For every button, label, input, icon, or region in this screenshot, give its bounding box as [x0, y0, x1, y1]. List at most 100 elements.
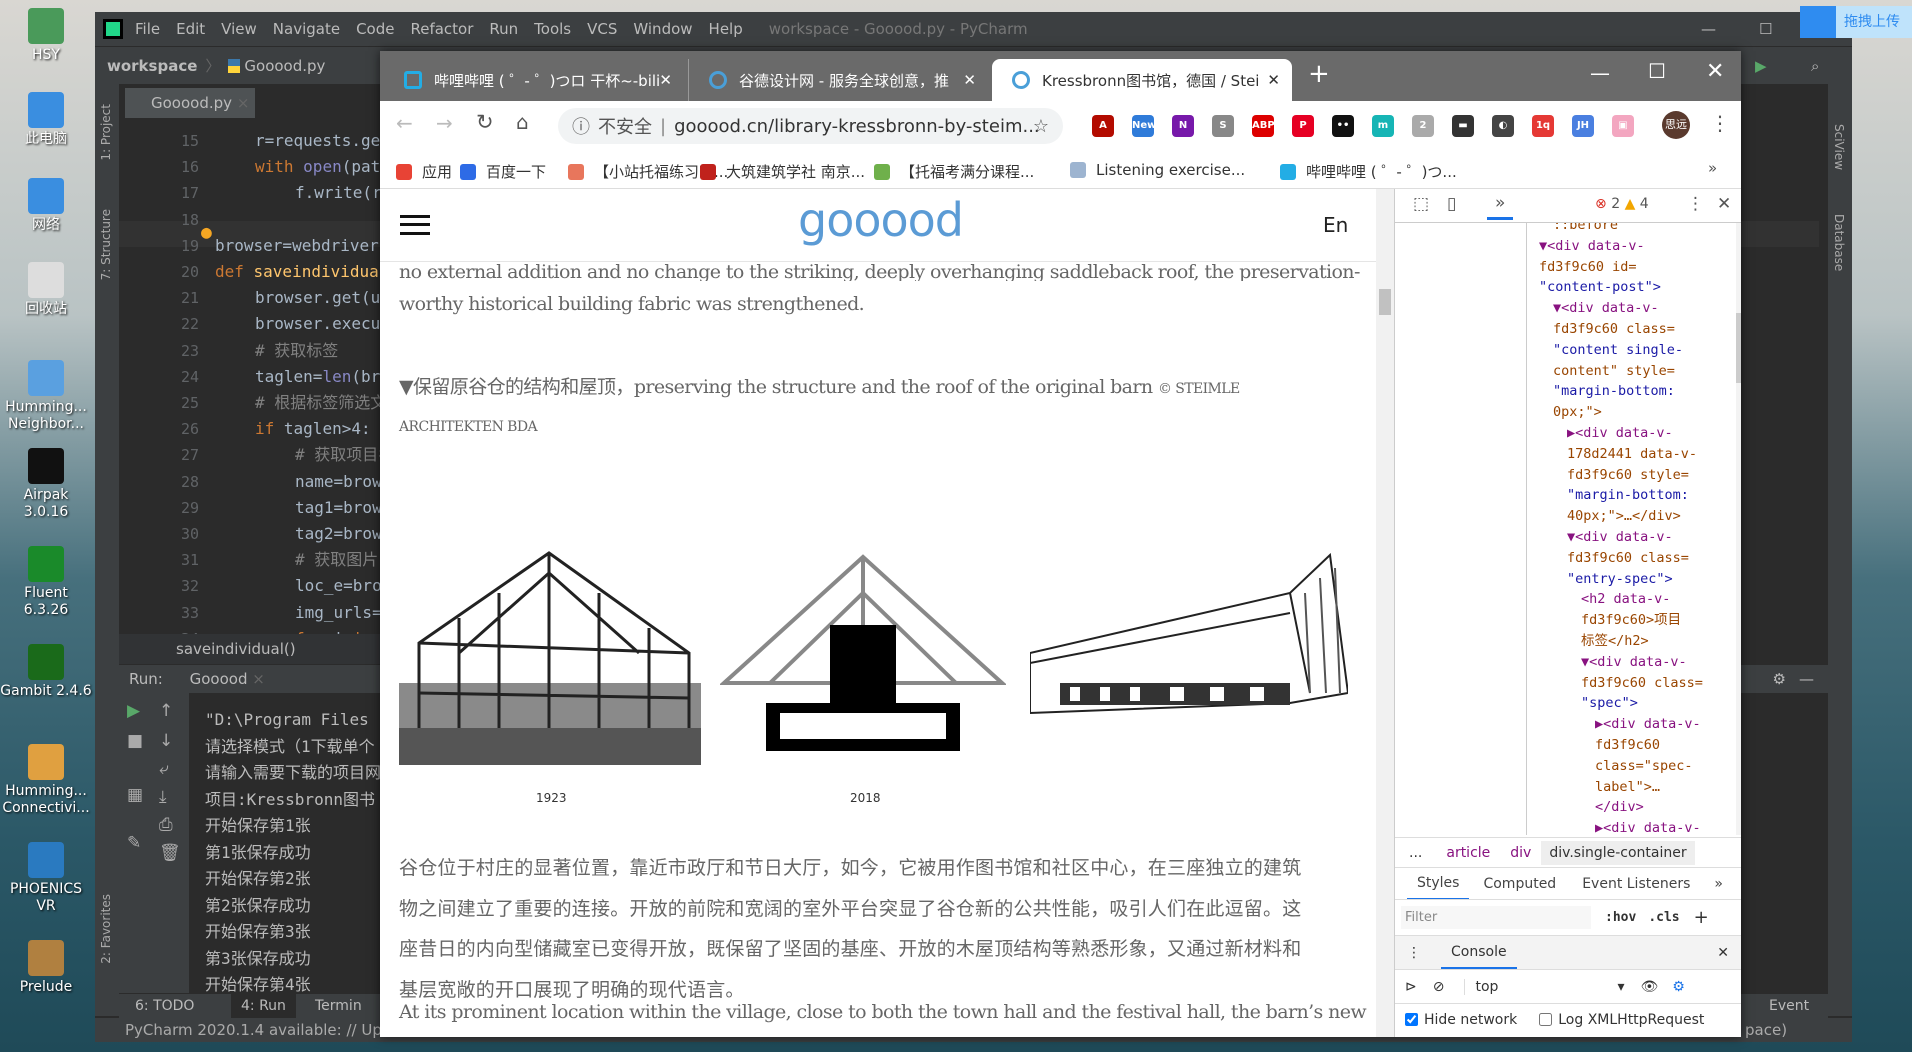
profile-avatar[interactable]: 思远 [1662, 111, 1690, 139]
cls-toggle[interactable]: .cls [1648, 910, 1679, 925]
dom-tree-line[interactable]: "margin-bottom: [1553, 381, 1675, 401]
inspect-element-icon[interactable]: ⬚ [1413, 194, 1429, 214]
menu-run[interactable]: Run [489, 20, 518, 38]
tab-gooood-home[interactable]: 谷德设计网 - 服务全球创意，推 ✕ [688, 59, 988, 101]
bookmark-item[interactable]: 哔哩哔哩 ( ゜- ゜)つ... [1280, 161, 1457, 182]
page-scrollbar[interactable] [1376, 189, 1394, 1037]
more-bookmarks-icon[interactable]: » [1708, 159, 1717, 177]
dom-tree-line[interactable]: ▼<div data-v- [1553, 298, 1659, 318]
dom-tree-line[interactable]: <h2 data-v- [1581, 589, 1670, 609]
tv-extension-icon[interactable]: ▣ [1612, 115, 1634, 137]
menu-refactor[interactable]: Refactor [410, 20, 473, 38]
dom-tree-line[interactable]: fd3f9c60 [1595, 735, 1660, 755]
dom-tree-line[interactable]: "spec"> [1581, 693, 1638, 713]
url-text[interactable]: gooood.cn/library-kressbronn-by-steim... [674, 116, 1040, 137]
tool-sciview[interactable]: SciView [1832, 124, 1846, 170]
dom-tree-line[interactable]: fd3f9c60 class= [1553, 319, 1675, 339]
menu-file[interactable]: File [135, 20, 160, 38]
function-breadcrumb[interactable]: saveindividual() [119, 634, 419, 664]
menu-view[interactable]: View [221, 20, 257, 38]
1q-extension-icon[interactable]: 1q [1532, 115, 1554, 137]
desktop-icon[interactable]: Prelude [0, 940, 92, 996]
mask-extension-icon[interactable]: ▬ [1452, 115, 1474, 137]
live-expression-eye-icon[interactable]: 👁 [1640, 979, 1658, 995]
dom-tree-line[interactable]: "margin-bottom: [1567, 485, 1689, 505]
jh-extension-icon[interactable]: JH [1572, 115, 1594, 137]
new-tab-button[interactable]: + [1308, 59, 1330, 89]
dom-tree-line[interactable]: fd3f9c60 class= [1567, 548, 1689, 568]
desktop-icon[interactable]: Gambit 2.4.6 [0, 644, 92, 700]
run-bottom-tab[interactable]: 4: Run [231, 994, 296, 1018]
breadcrumb-file[interactable]: Gooood.py [244, 57, 325, 75]
crumb[interactable]: div.single-container [1541, 840, 1695, 865]
adblock-extension-icon[interactable]: ABP [1252, 115, 1275, 137]
close-drawer-icon[interactable]: ✕ [1717, 945, 1729, 961]
back-button[interactable]: ← [396, 111, 413, 135]
desktop-icon[interactable]: 网络 [0, 178, 92, 234]
dom-tree-line[interactable]: ::before [1553, 223, 1618, 235]
issues-counter[interactable]: ⊗ 2 ▲ 4 [1595, 196, 1649, 212]
hide-icon[interactable]: — [1799, 665, 1814, 693]
onenote-extension-icon[interactable]: N [1172, 115, 1194, 137]
device-toolbar-icon[interactable]: ▯ [1447, 194, 1456, 214]
crumb[interactable]: ... [1409, 845, 1422, 861]
bookmark-item[interactable]: 【托福考满分课程... [874, 161, 1034, 182]
new-extension-icon[interactable]: New [1132, 115, 1156, 137]
dom-tree-line[interactable]: </div> [1595, 797, 1644, 817]
search-everywhere-icon[interactable]: ⌕ [1811, 57, 1819, 75]
dom-tree-line[interactable]: fd3f9c60 style= [1567, 465, 1689, 485]
tool-project[interactable]: 1: Project [99, 104, 113, 161]
close-tab-icon[interactable]: × [237, 94, 250, 112]
run-tab[interactable]: Gooood × [190, 670, 265, 688]
eyes-extension-icon[interactable]: •• [1332, 115, 1354, 137]
hov-toggle[interactable]: :hov [1605, 910, 1636, 925]
dom-tree-line[interactable]: 0px;"> [1553, 402, 1602, 422]
tab-styles[interactable]: Styles [1407, 868, 1470, 900]
status-message[interactable]: PyCharm 2020.1.4 available: // Upd [125, 1021, 391, 1039]
context-selector[interactable]: top ▾ [1464, 978, 1624, 995]
maximize-button[interactable]: ☐ [1648, 59, 1666, 83]
bookmark-item[interactable]: 百度一下 [460, 161, 546, 182]
tool-database[interactable]: Database [1832, 214, 1846, 271]
menu-code[interactable]: Code [356, 20, 394, 38]
address-bar[interactable]: ⓘ 不安全 | gooood.cn/library-kressbronn-by-… [558, 108, 1063, 144]
desktop-icon[interactable]: Humming... Connectivi... [0, 744, 92, 817]
tab-computed[interactable]: Computed [1483, 876, 1556, 892]
dom-tree-line[interactable]: fd3f9c60 class= [1581, 673, 1703, 693]
desktop-icon[interactable]: 此电脑 [0, 92, 92, 148]
bookmark-star-icon[interactable]: ☆ [1033, 116, 1049, 137]
tab-kressbronn[interactable]: Kressbronn图书馆，德国 / Stei ✕ [992, 59, 1292, 101]
forward-button[interactable]: → [436, 111, 453, 135]
desktop-icon[interactable]: Airpak 3.0.16 [0, 448, 92, 521]
home-button[interactable]: ⌂ [516, 110, 529, 134]
devtools-menu-icon[interactable]: ⋮ [1687, 194, 1704, 214]
info-icon[interactable]: ⓘ [572, 113, 590, 139]
log-xhr-checkbox[interactable] [1539, 1013, 1553, 1026]
dom-tree-line[interactable]: ▼<div data-v- [1567, 527, 1673, 547]
dom-tree-line[interactable]: content" style= [1553, 361, 1675, 381]
menu-vcs[interactable]: VCS [587, 20, 617, 38]
more-panels-icon[interactable]: » [1714, 876, 1723, 892]
tab-bilibili[interactable]: 哔哩哔哩 ( ゜- ゜)つロ 干杯~-bili ✕ [384, 59, 684, 101]
crumb[interactable]: article [1446, 845, 1490, 861]
menu-help[interactable]: Help [709, 20, 743, 38]
menu-tools[interactable]: Tools [534, 20, 571, 38]
bookmark-item[interactable]: Listening exercise... [1070, 161, 1245, 179]
crumb[interactable]: div [1510, 845, 1531, 861]
dom-tree-line[interactable]: ▶<div data-v- [1595, 714, 1701, 734]
dom-tree-line[interactable]: 标签</h2> [1581, 631, 1649, 651]
dom-tree-line[interactable]: ▼<div data-v- [1581, 652, 1687, 672]
console-settings-icon[interactable]: ⚙ [1672, 979, 1685, 995]
maximize-button[interactable]: ☐ [1759, 20, 1772, 38]
contrast-extension-icon[interactable]: ◐ [1492, 115, 1514, 137]
hide-network-checkbox[interactable] [1405, 1013, 1418, 1026]
menu-edit[interactable]: Edit [176, 20, 205, 38]
desktop-icon[interactable]: HSY [0, 8, 92, 64]
dom-tree-line[interactable]: ▶<div data-v- [1567, 423, 1673, 443]
menu-navigate[interactable]: Navigate [273, 20, 340, 38]
dom-tree-line[interactable]: "content-post"> [1539, 277, 1661, 297]
dom-tree-line[interactable]: 40px;">…</div> [1567, 506, 1681, 526]
clear-console-icon[interactable]: ⊘ [1433, 979, 1445, 995]
run-toolbar-icon[interactable]: ▶ [1755, 57, 1767, 75]
bookmark-item[interactable]: 大筑建筑学社 南京... [700, 161, 865, 182]
